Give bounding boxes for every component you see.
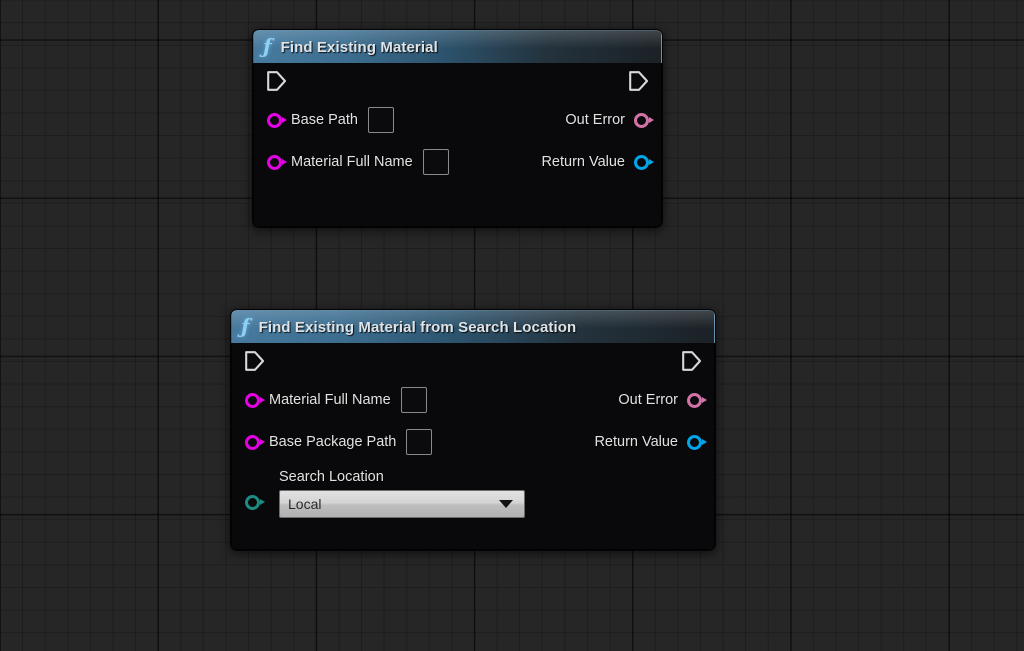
material-full-name-input[interactable]: [422, 149, 449, 175]
input-pin-label: Base Path: [291, 112, 358, 128]
base-path-input[interactable]: [367, 107, 394, 133]
output-pin-return-value[interactable]: Return Value: [594, 421, 714, 463]
function-icon: ƒ: [241, 314, 250, 338]
base-package-path-input[interactable]: [406, 429, 433, 455]
chevron-down-icon[interactable]: [499, 500, 513, 508]
output-pin-label: Out Error: [565, 112, 625, 128]
search-location-dropdown[interactable]: Local: [279, 490, 525, 518]
output-pin-label: Out Error: [618, 392, 678, 408]
string-pin-icon[interactable]: [245, 392, 265, 408]
output-pins: Out Error Return Value: [594, 379, 714, 463]
out-error-pin-icon[interactable]: [687, 392, 707, 408]
exec-pin-row: [232, 343, 714, 379]
output-pin-out-error[interactable]: Out Error: [594, 379, 714, 421]
enum-pin-icon[interactable]: [245, 495, 265, 510]
function-icon: ƒ: [263, 34, 272, 58]
search-location-label: Search Location: [279, 469, 384, 485]
node-title: Find Existing Material: [280, 38, 438, 56]
blueprint-node-find-existing-material-from-search-location[interactable]: ƒ Find Existing Material from Search Loc…: [231, 310, 715, 550]
input-pins: Base Path Material Full Name: [254, 99, 449, 183]
object-pin-icon[interactable]: [634, 154, 654, 170]
exec-out-pin[interactable]: [681, 350, 702, 372]
string-pin-icon[interactable]: [267, 154, 287, 170]
blueprint-node-find-existing-material[interactable]: ƒ Find Existing Material Base Path Mater…: [253, 30, 662, 227]
input-pin-label: Material Full Name: [291, 154, 413, 170]
node-body: Material Full Name Base Package Path Out…: [231, 343, 715, 550]
input-pin-base-path[interactable]: Base Path: [254, 99, 449, 141]
input-pin-label: Base Package Path: [269, 434, 397, 450]
output-pin-return-value[interactable]: Return Value: [541, 141, 661, 183]
string-pin-icon[interactable]: [267, 112, 287, 128]
input-pin-material-full-name[interactable]: Material Full Name: [254, 141, 449, 183]
exec-in-pin[interactable]: [266, 70, 287, 92]
exec-in-pin[interactable]: [244, 350, 265, 372]
exec-pin-row: [254, 63, 661, 99]
node-title: Find Existing Material from Search Locat…: [258, 318, 577, 336]
output-pins: Out Error Return Value: [541, 99, 661, 183]
node-header[interactable]: ƒ Find Existing Material: [253, 30, 662, 63]
input-pins: Material Full Name Base Package Path: [232, 379, 433, 463]
search-location-value: Local: [288, 496, 322, 512]
input-pin-search-location: Search Location Local: [232, 465, 714, 529]
material-full-name-input[interactable]: [400, 387, 427, 413]
string-pin-icon[interactable]: [245, 434, 265, 450]
node-body: Base Path Material Full Name Out Error R…: [253, 63, 662, 227]
node-header[interactable]: ƒ Find Existing Material from Search Loc…: [231, 310, 715, 343]
object-pin-icon[interactable]: [687, 434, 707, 450]
exec-out-pin[interactable]: [628, 70, 649, 92]
output-pin-label: Return Value: [594, 434, 678, 450]
output-pin-out-error[interactable]: Out Error: [541, 99, 661, 141]
input-pin-material-full-name[interactable]: Material Full Name: [232, 379, 432, 421]
out-error-pin-icon[interactable]: [634, 112, 654, 128]
input-pin-base-package-path[interactable]: Base Package Path: [232, 421, 433, 463]
input-pin-label: Material Full Name: [269, 392, 391, 408]
output-pin-label: Return Value: [541, 154, 625, 170]
